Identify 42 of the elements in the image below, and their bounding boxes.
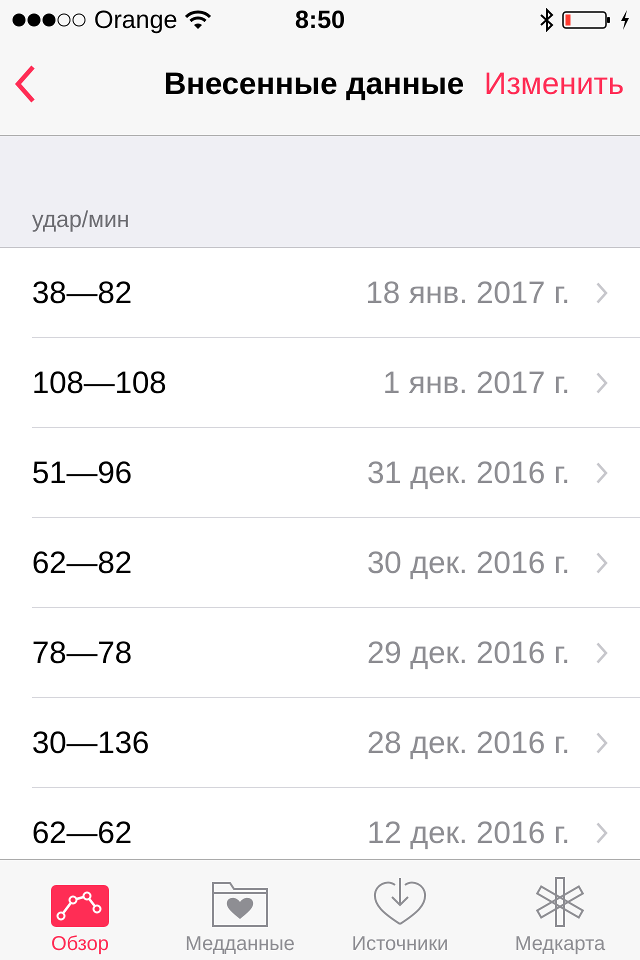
chevron-icon [596, 552, 608, 574]
record-date: 18 янв. 2017 г. [366, 274, 570, 310]
nav-title: Внесенные данные [162, 66, 466, 102]
heart-rate-range: 62—82 [32, 544, 133, 580]
asterisk-icon [535, 877, 585, 927]
record-date: 31 дек. 2016 г. [367, 454, 570, 490]
back-button[interactable] [14, 64, 36, 104]
heart-rate-range: 51—96 [32, 454, 133, 490]
clock-time: 8:50 [294, 6, 346, 34]
heart-rate-range: 108—108 [32, 364, 168, 400]
charging-icon [620, 10, 630, 30]
chevron-icon [596, 282, 608, 304]
chevron-icon [596, 822, 608, 844]
record-row[interactable]: 108—108 1 янв. 2017 г. [32, 338, 640, 428]
record-date: 28 дек. 2016 г. [367, 724, 570, 760]
chevron-icon [596, 372, 608, 394]
battery-icon [562, 10, 612, 30]
bluetooth-icon [540, 8, 554, 32]
chart-icon [51, 885, 109, 927]
heart-download-icon [373, 877, 427, 927]
record-date: 1 янв. 2017 г. [382, 364, 570, 400]
heart-rate-range: 62—62 [32, 814, 133, 850]
record-row[interactable]: 62—82 30 дек. 2016 г. [32, 518, 640, 608]
record-row[interactable]: 38—82 18 янв. 2017 г. [32, 248, 640, 338]
record-date: 12 дек. 2016 г. [367, 814, 570, 850]
heart-rate-range: 78—78 [32, 634, 133, 670]
record-row[interactable]: 30—136 28 дек. 2016 г. [32, 698, 640, 788]
heart-rate-range: 38—82 [32, 274, 133, 310]
heart-rate-range: 30—136 [32, 724, 150, 760]
carrier-name: Orange [94, 6, 178, 34]
record-date: 30 дек. 2016 г. [367, 544, 570, 580]
record-row[interactable]: 78—78 29 дек. 2016 г. [32, 608, 640, 698]
chevron-icon [596, 462, 608, 484]
chevron-icon [596, 642, 608, 664]
record-row[interactable]: 51—96 31 дек. 2016 г. [32, 428, 640, 518]
back-chevron-icon [14, 64, 36, 104]
record-date: 29 дек. 2016 г. [367, 634, 570, 670]
chevron-icon [596, 732, 608, 754]
section-header: удар/мин [32, 206, 130, 233]
folder-heart-icon [212, 881, 268, 927]
wifi-icon [185, 10, 212, 30]
signal-icon [12, 13, 86, 27]
